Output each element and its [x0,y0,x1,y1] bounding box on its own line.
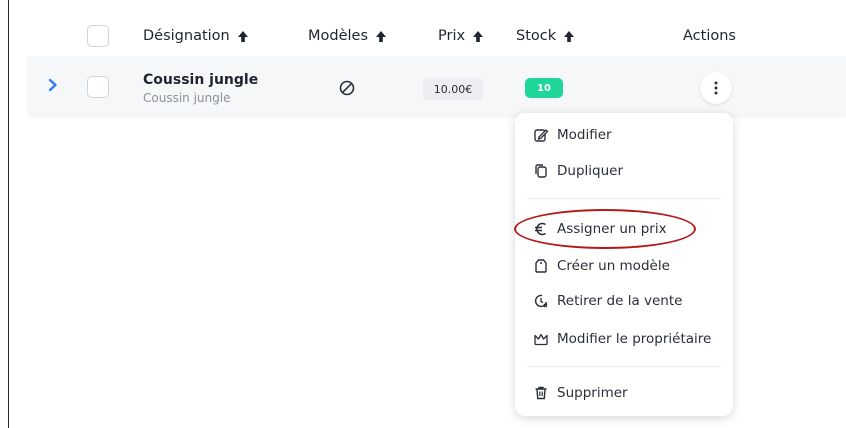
menu-item-creer-modele[interactable]: Créer un modèle [533,254,670,278]
actions-dropdown-menu: Modifier Dupliquer Assigner un prix Crée… [515,113,733,416]
clock-off-icon [534,294,548,308]
crown-icon [534,333,548,346]
trash-icon [535,386,547,400]
table-row[interactable]: Coussin jungle Coussin jungle 10.00€ 10 [27,56,846,118]
copy-icon [535,164,547,178]
table-container: Désignation Modèles Prix Stock Actions C… [8,0,846,428]
column-label: Actions [683,28,736,44]
column-label: Prix [438,28,466,44]
tag-icon [535,259,547,273]
menu-item-label: Retirer de la vente [557,293,683,309]
sort-up-icon [564,31,575,42]
column-header-prix[interactable]: Prix [438,28,485,44]
menu-item-label: Supprimer [557,385,628,401]
column-label: Désignation [143,28,230,44]
product-name[interactable]: Coussin jungle [143,72,258,88]
more-vertical-icon [714,81,718,95]
sort-up-icon [376,31,387,42]
menu-divider [527,198,721,199]
menu-item-assigner-prix[interactable]: Assigner un prix [533,217,667,241]
actions-menu-button[interactable] [700,72,732,104]
sort-up-icon [473,31,484,42]
edit-icon [534,129,549,142]
menu-item-dupliquer[interactable]: Dupliquer [533,159,623,183]
menu-item-supprimer[interactable]: Supprimer [533,381,628,405]
column-label: Stock [516,28,557,44]
select-all-checkbox[interactable] [87,25,109,47]
chevron-right-icon[interactable] [47,78,59,92]
product-subtitle: Coussin jungle [143,91,231,105]
column-header-stock[interactable]: Stock [516,28,576,44]
table-header: Désignation Modèles Prix Stock Actions [9,20,846,56]
menu-item-label: Dupliquer [557,163,624,179]
menu-item-retirer-vente[interactable]: Retirer de la vente [533,289,682,313]
stock-badge: 10 [525,78,563,98]
row-checkbox[interactable] [87,76,109,98]
ban-icon [339,80,355,96]
menu-item-label: Modifier [557,127,612,143]
menu-item-label: Assigner un prix [557,221,667,237]
euro-icon [535,222,546,236]
column-header-modeles[interactable]: Modèles [308,28,388,44]
sort-up-icon [237,31,248,42]
column-header-designation[interactable]: Désignation [143,28,250,44]
menu-divider [527,366,721,367]
price-value: 10.00€ [423,78,483,100]
menu-item-modifier[interactable]: Modifier [533,123,612,147]
menu-item-label: Créer un modèle [557,258,670,274]
menu-item-label: Modifier le propriétaire [557,331,712,347]
menu-item-modifier-proprietaire[interactable]: Modifier le propriétaire [533,327,711,351]
column-label: Modèles [308,28,369,44]
column-header-actions: Actions [683,28,736,44]
